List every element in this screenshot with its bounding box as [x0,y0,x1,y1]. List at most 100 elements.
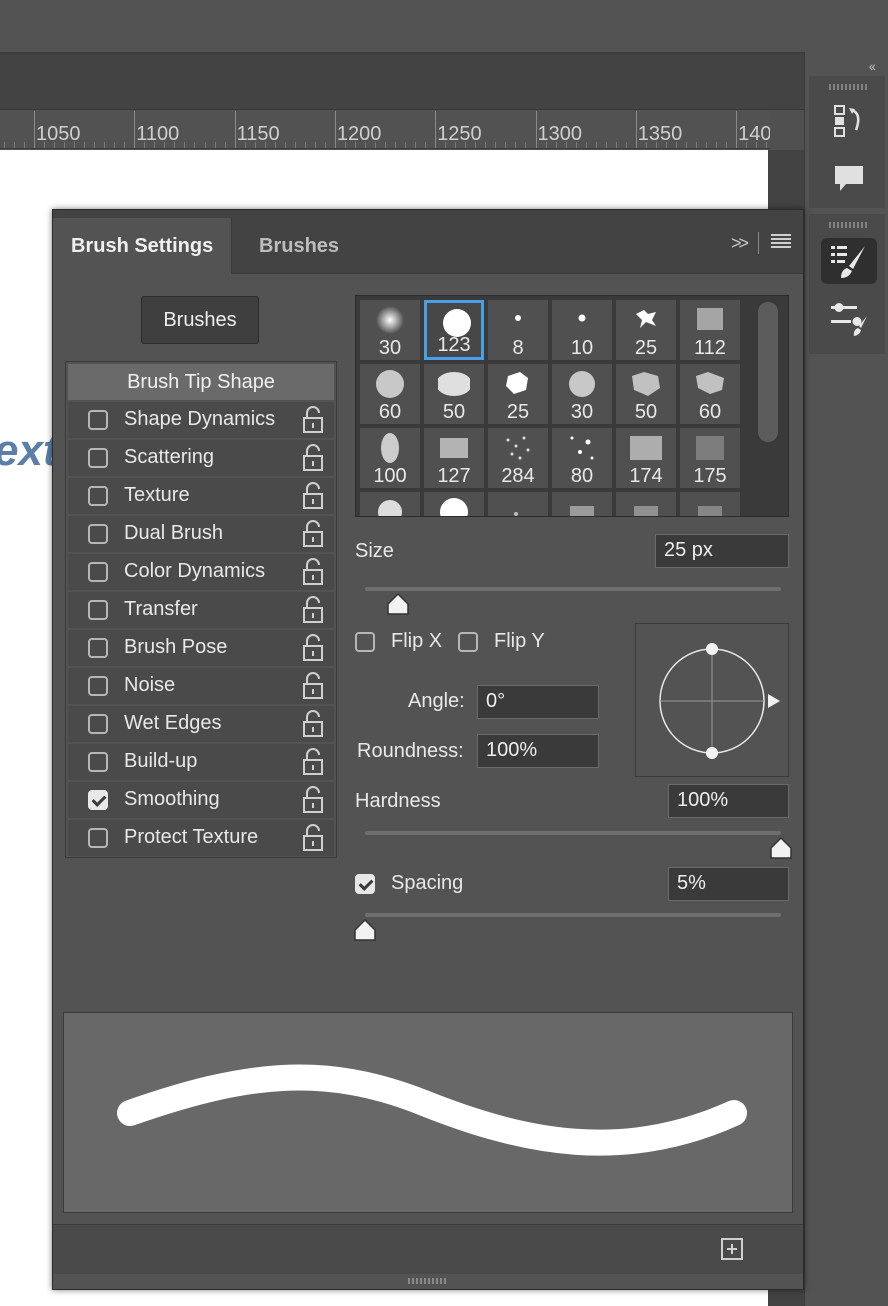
brush-option-row[interactable]: Build-up [68,744,334,780]
brush-preset-tile[interactable]: 10 [552,300,612,360]
option-checkbox[interactable] [88,752,108,772]
option-checkbox[interactable] [88,828,108,848]
brush-preset-tile[interactable] [680,492,740,516]
dock-grip-handle[interactable] [829,84,869,90]
brush-option-row[interactable]: Texture [68,478,334,514]
brush-preset-tile[interactable]: 123 [424,300,484,360]
brush-preset-tile[interactable]: 112 [680,300,740,360]
brush-option-row[interactable]: Noise [68,668,334,704]
brush-preset-tile[interactable]: 80 [552,428,612,488]
brush-preset-tile[interactable] [552,492,612,516]
brush-preset-tile[interactable]: 127 [424,428,484,488]
brush-preset-tile[interactable]: 50 [424,364,484,424]
spacing-slider-track[interactable] [365,913,781,917]
unlock-icon[interactable] [302,634,324,662]
brush-preset-tile[interactable]: 175 [680,428,740,488]
brush-preset-tile[interactable]: 50 [616,364,676,424]
ruler-minor-tick [726,142,728,148]
brush-preset-tile[interactable]: 60 [680,364,740,424]
unlock-icon[interactable] [302,444,324,472]
brush-option-row[interactable]: Protect Texture [68,820,334,856]
option-label: Wet Edges [124,712,222,734]
option-checkbox[interactable] [88,524,108,544]
flip-x-checkbox[interactable] [355,632,375,652]
panel-menu-icon[interactable] [771,233,791,254]
unlock-icon[interactable] [302,748,324,776]
brush-option-row[interactable]: Transfer [68,592,334,628]
brush-size-label: 30 [378,337,402,359]
unlock-icon[interactable] [302,596,324,624]
unlock-icon[interactable] [302,824,324,852]
angle-field[interactable]: 0° [477,685,599,719]
option-checkbox[interactable] [88,600,108,620]
option-checkbox[interactable] [88,676,108,696]
unlock-icon[interactable] [302,558,324,586]
brush-preset-tile[interactable] [488,492,548,516]
brush-preset-tile[interactable]: 25 [488,364,548,424]
brush-stroke-preview [63,1012,793,1213]
brush-preset-tile[interactable]: 100 [360,428,420,488]
brush-preset-tile[interactable]: 60 [360,364,420,424]
brush-settings-icon[interactable] [821,238,877,284]
size-slider-track[interactable] [365,587,781,591]
angle-roundness-widget[interactable] [635,623,789,777]
roundness-field[interactable]: 100% [477,734,599,768]
brush-option-row[interactable]: Wet Edges [68,706,334,742]
collapse-dock-button[interactable]: ‹‹ [869,58,876,74]
option-checkbox[interactable] [88,638,108,658]
brush-preset-tile[interactable]: 30 [360,300,420,360]
brush-tip-shape-item[interactable]: Brush Tip Shape [68,364,334,400]
dock-grip-handle[interactable] [829,222,869,228]
hardness-slider-track[interactable] [365,831,781,835]
brushes-button[interactable]: Brushes [141,296,259,344]
brush-option-row[interactable]: Smoothing [68,782,334,818]
hardness-slider-thumb[interactable] [769,836,793,860]
unlock-icon[interactable] [302,520,324,548]
brush-option-row[interactable]: Scattering [68,440,334,476]
unlock-icon[interactable] [302,710,324,738]
history-icon[interactable] [821,98,877,144]
brush-preset-tile[interactable] [424,492,484,516]
comment-icon[interactable] [821,156,877,202]
expand-panel-icon[interactable]: >> [731,233,749,254]
spacing-checkbox[interactable] [355,874,375,894]
brush-option-row[interactable]: Brush Pose [68,630,334,666]
spacing-field[interactable]: 5% [668,867,789,901]
option-checkbox[interactable] [88,410,108,430]
brush-preset-tile[interactable] [360,492,420,516]
size-slider-thumb[interactable] [386,592,410,616]
brush-preset-tile[interactable]: 8 [488,300,548,360]
option-checkbox[interactable] [88,448,108,468]
option-checkbox[interactable] [88,562,108,582]
tab-brushes[interactable]: Brushes [241,218,357,274]
size-field[interactable]: 25 px [655,534,789,568]
option-checkbox[interactable] [88,486,108,506]
unlock-icon[interactable] [302,786,324,814]
brush-preset-tile[interactable]: 30 [552,364,612,424]
brush-size-label: 10 [570,337,594,359]
brush-preset-tile[interactable] [616,492,676,516]
brush-option-row[interactable]: Color Dynamics [68,554,334,590]
create-new-brush-icon[interactable] [721,1238,743,1260]
hardness-field[interactable]: 100% [668,784,789,818]
tab-brush-settings[interactable]: Brush Settings [53,218,233,274]
brush-option-row[interactable]: Dual Brush [68,516,334,552]
spacing-slider-thumb[interactable] [353,918,377,942]
ruler-minor-tick [375,142,377,148]
ruler-minor-tick [174,142,176,148]
brush-preset-tile[interactable]: 174 [616,428,676,488]
brush-presets-icon[interactable] [821,296,877,342]
option-checkbox[interactable] [88,790,108,810]
brush-option-row[interactable]: Shape Dynamics [68,402,334,438]
unlock-icon[interactable] [302,672,324,700]
brush-size-label: 8 [512,337,524,359]
flip-y-checkbox[interactable] [458,632,478,652]
grid-scrollbar[interactable] [758,302,778,442]
option-checkbox[interactable] [88,714,108,734]
unlock-icon[interactable] [302,482,324,510]
brush-size-label: 174 [629,465,663,487]
unlock-icon[interactable] [302,406,324,434]
brush-preset-tile[interactable]: 284 [488,428,548,488]
brush-preset-tile[interactable]: 25 [616,300,676,360]
panel-resize-grip[interactable] [408,1278,448,1284]
